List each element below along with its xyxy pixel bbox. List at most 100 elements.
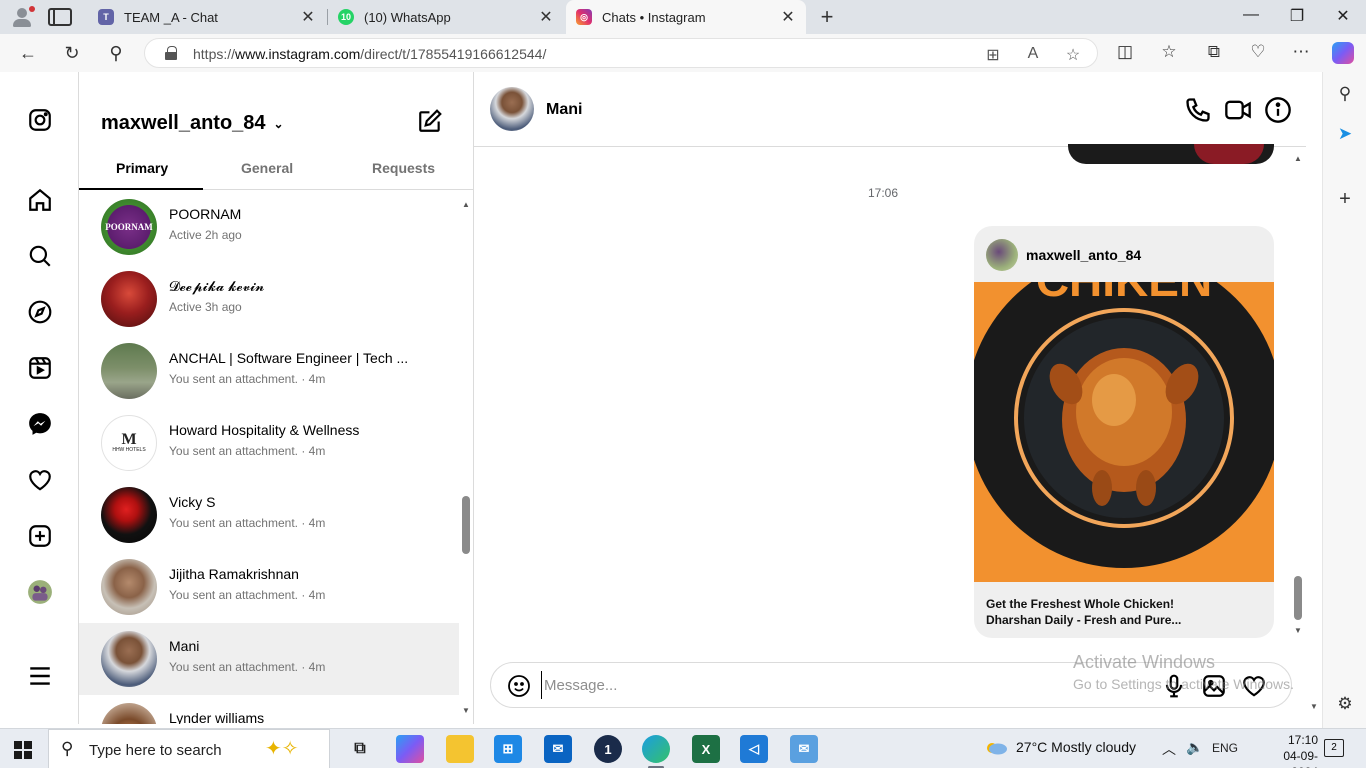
close-tab-icon[interactable]: ✕	[538, 7, 554, 27]
restore-button[interactable]: ❐	[1282, 6, 1312, 26]
browser-tab-whatsapp[interactable]: 10 (10) WhatsApp ✕	[328, 0, 564, 34]
create-post-icon[interactable]	[26, 522, 54, 550]
message-input[interactable]	[541, 671, 1101, 699]
scroll-up-arrow[interactable]: ▲	[1294, 154, 1302, 163]
app-available-icon[interactable]: ⊞	[983, 45, 1003, 65]
reels-icon[interactable]	[26, 354, 54, 382]
minimize-button[interactable]: —	[1236, 6, 1266, 24]
volume-icon[interactable]: 🔈	[1186, 739, 1203, 756]
list-item[interactable]: M HHW HOTELS Howard Hospitality & Wellne…	[79, 407, 459, 479]
list-item[interactable]: Jijitha Ramakrishnan You sent an attachm…	[79, 551, 459, 623]
conversation-info-icon[interactable]	[1264, 96, 1292, 124]
excel-icon[interactable]: X	[692, 735, 720, 763]
browser-essentials-icon[interactable]: ♡	[1247, 42, 1269, 62]
message-timestamp: 17:06	[867, 186, 899, 200]
list-item[interactable]: ANCHAL | Software Engineer | Tech ... Yo…	[79, 335, 459, 407]
scroll-down-arrow[interactable]: ▼	[1294, 626, 1302, 635]
refresh-button[interactable]: ↻	[60, 41, 84, 65]
home-icon[interactable]	[26, 186, 54, 214]
instagram-logo-icon[interactable]	[26, 106, 54, 134]
account-switcher[interactable]: maxwell_anto_84 ⌄	[101, 112, 284, 135]
task-view-icon[interactable]: ⧉	[346, 735, 374, 763]
sidebar-send-icon[interactable]: ➤	[1334, 124, 1356, 144]
contact-avatar[interactable]	[490, 87, 534, 131]
messenger-icon[interactable]	[26, 410, 54, 438]
close-tab-icon[interactable]: ✕	[300, 7, 316, 27]
tab-actions-icon[interactable]	[48, 8, 72, 26]
explore-compass-icon[interactable]	[26, 298, 54, 326]
outlook-icon[interactable]: ✉	[790, 735, 818, 763]
new-tab-button[interactable]: +	[816, 4, 838, 30]
close-tab-icon[interactable]: ✕	[780, 7, 796, 27]
list-item[interactable]: Vicky S You sent an attachment. · 4m	[79, 479, 459, 551]
copilot-taskbar-icon[interactable]	[396, 735, 424, 763]
add-photo-icon[interactable]	[1201, 673, 1227, 699]
chat-scrollbar[interactable]: ▲ ▼	[1294, 154, 1302, 638]
more-menu-icon[interactable]: ⋯	[1290, 42, 1312, 62]
more-menu-icon[interactable]	[26, 662, 54, 690]
favorites-icon[interactable]: ☆	[1158, 42, 1180, 62]
scrollbar-thumb[interactable]	[1294, 576, 1302, 620]
sidebar-settings-icon[interactable]: ⚙	[1334, 694, 1356, 714]
list-item-selected[interactable]: Mani You sent an attachment. · 4m	[79, 623, 459, 695]
system-clock[interactable]: 17:10 04-09-2024	[1264, 732, 1318, 768]
search-icon[interactable]	[26, 242, 54, 270]
emoji-icon[interactable]	[507, 674, 531, 698]
conversation-list-scrollbar[interactable]: ▲ ▼	[462, 200, 470, 715]
voice-call-icon[interactable]	[1184, 96, 1212, 124]
avatar	[101, 559, 157, 615]
edge-sidebar: ⚲ ➤ + ⚙	[1322, 72, 1366, 728]
edge-browser-icon[interactable]	[642, 735, 670, 768]
collections-icon[interactable]: ⧉	[1203, 42, 1225, 62]
copilot-icon[interactable]	[1332, 42, 1354, 64]
lock-icon[interactable]	[165, 46, 177, 60]
back-button[interactable]: ←	[16, 41, 40, 65]
mail-icon[interactable]: ✉	[544, 735, 572, 763]
list-item[interactable]: Lynder williams	[79, 695, 459, 724]
windows-start-icon[interactable]	[14, 741, 32, 759]
voice-message-icon[interactable]	[1161, 673, 1187, 699]
like-heart-icon[interactable]	[1241, 673, 1267, 699]
contact-name[interactable]: Mani	[546, 101, 582, 119]
chat-pane: Mani 17:06 maxwell_anto_84 Get the Fresh…	[474, 72, 1322, 724]
shared-post-card[interactable]: maxwell_anto_84 CHIKEN Get the Freshest …	[974, 226, 1274, 638]
notification-center-icon[interactable]: 2	[1324, 739, 1344, 757]
show-hidden-icons-chevron[interactable]: ︿	[1162, 739, 1176, 759]
previous-media-message[interactable]	[1068, 144, 1274, 164]
tab-general[interactable]: General	[241, 160, 293, 176]
notifications-heart-icon[interactable]	[26, 466, 54, 494]
video-call-icon[interactable]	[1224, 96, 1252, 124]
profile-avatar[interactable]	[26, 578, 54, 606]
address-bar[interactable]: https://www.instagram.com/direct/t/17855…	[144, 38, 1098, 68]
microsoft-store-icon[interactable]: ⊞	[494, 735, 522, 763]
search-icon[interactable]: ⚲	[104, 41, 128, 65]
browser-tab-instagram[interactable]: ◎ Chats • Instagram ✕	[566, 0, 806, 34]
scrollbar-thumb[interactable]	[462, 496, 470, 554]
profile-icon[interactable]	[8, 4, 36, 30]
weather-widget[interactable]: 27°C Mostly cloudy	[984, 739, 1136, 755]
browser-tab-team-chat[interactable]: T TEAM _A - Chat ✕	[88, 0, 326, 34]
page-scroll-down-arrow[interactable]: ▼	[1310, 702, 1318, 711]
tab-primary[interactable]: Primary	[116, 160, 168, 176]
list-item[interactable]: POORNAM POORNAM Active 2h ago	[79, 191, 459, 263]
favorite-star-icon[interactable]: ☆	[1063, 45, 1083, 65]
vscode-icon[interactable]: ◁	[740, 735, 768, 763]
sidebar-add-icon[interactable]: +	[1334, 188, 1356, 211]
scroll-down-arrow[interactable]: ▼	[462, 706, 470, 715]
sidebar-search-icon[interactable]: ⚲	[1334, 84, 1356, 104]
post-author-avatar	[986, 239, 1018, 271]
tab-requests[interactable]: Requests	[372, 160, 435, 176]
close-window-button[interactable]: ✕	[1328, 6, 1358, 26]
read-aloud-icon[interactable]: A	[1023, 45, 1043, 63]
chrome-profile-icon[interactable]: 1	[594, 735, 622, 763]
post-image: CHIKEN	[974, 282, 1274, 582]
new-message-icon[interactable]	[417, 108, 443, 134]
list-item[interactable]: 𝓓𝓮𝓮𝓹𝓲𝓴𝓪 𝓴𝓮𝓿𝓲𝓷 Active 3h ago	[79, 263, 459, 335]
avatar: POORNAM	[101, 199, 157, 255]
language-indicator[interactable]: ENG	[1212, 741, 1238, 755]
taskbar-search-box[interactable]: ⚲ Type here to search ✦✧	[48, 729, 330, 768]
split-screen-icon[interactable]: ◫	[1114, 42, 1136, 62]
file-explorer-icon[interactable]	[446, 735, 474, 763]
message-composer	[490, 662, 1292, 708]
scroll-up-arrow[interactable]: ▲	[462, 200, 470, 209]
